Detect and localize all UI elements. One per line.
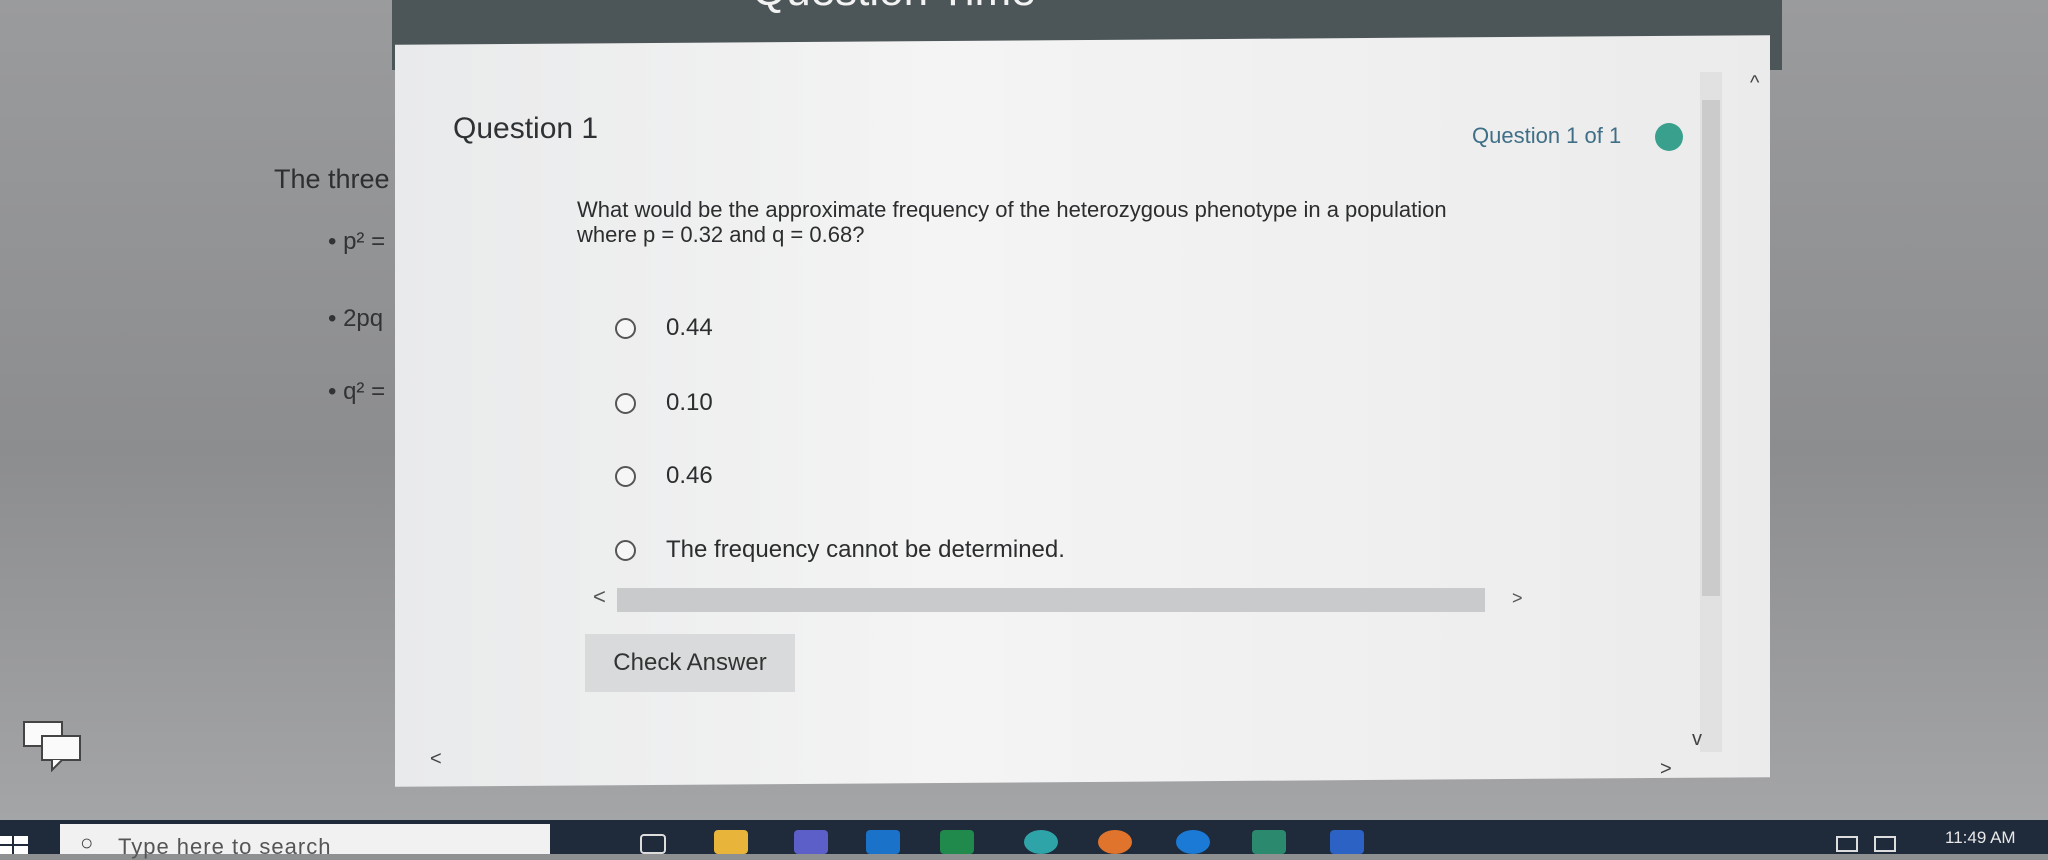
modal-title: Question Time bbox=[752, 0, 1036, 16]
background-bullet-2: • 2pq bbox=[328, 305, 384, 332]
question-horizontal-scrollbar[interactable]: < > bbox=[587, 584, 1537, 614]
display-icon[interactable] bbox=[1874, 836, 1896, 852]
network-icon[interactable] bbox=[1836, 836, 1858, 852]
scroll-right-icon[interactable]: > bbox=[1512, 588, 1523, 609]
option-label: 0.46 bbox=[666, 462, 713, 489]
radio-button[interactable] bbox=[615, 465, 636, 487]
search-icon: ○ bbox=[80, 830, 94, 855]
taskbar-clock[interactable]: 11:49 AM bbox=[1945, 828, 2016, 848]
bullet-text: p² = bbox=[343, 228, 386, 255]
bullet-text: 2pq bbox=[343, 305, 384, 332]
scrollbar-thumb[interactable] bbox=[617, 588, 1485, 612]
excel-icon[interactable] bbox=[940, 830, 974, 854]
radio-button[interactable] bbox=[615, 392, 636, 414]
taskbar-search-placeholder: Type here to search bbox=[118, 834, 332, 859]
scroll-down-icon[interactable]: v bbox=[1692, 728, 1702, 751]
chat-bubbles-icon[interactable] bbox=[22, 720, 84, 772]
question-progress: Question 1 of 1 bbox=[1472, 123, 1622, 148]
scroll-up-icon[interactable]: ^ bbox=[1750, 72, 1759, 95]
background-intro-text: The three bbox=[274, 164, 390, 194]
question-text: What would be the approximate frequency … bbox=[577, 197, 1527, 247]
option-label: 0.44 bbox=[666, 314, 713, 341]
windows-start-icon[interactable] bbox=[0, 826, 30, 854]
teams-icon[interactable] bbox=[794, 830, 828, 854]
option-label: The frequency cannot be determined. bbox=[666, 536, 1065, 563]
scroll-left-icon[interactable]: < bbox=[593, 584, 606, 610]
progress-indicator-dot bbox=[1655, 123, 1683, 151]
chrome-canary-icon[interactable] bbox=[1176, 830, 1210, 854]
question-text-line-1: What would be the approximate frequency … bbox=[577, 197, 1447, 222]
background-bullet-3: • q² = bbox=[328, 378, 386, 405]
firefox-icon[interactable] bbox=[1098, 830, 1132, 854]
bottom-scroll-left-icon[interactable]: < bbox=[430, 748, 442, 771]
task-view-icon[interactable] bbox=[640, 834, 666, 854]
question-heading: Question 1 bbox=[453, 112, 599, 145]
option-label: 0.10 bbox=[666, 389, 713, 416]
outlook-icon[interactable] bbox=[866, 830, 900, 854]
answer-option-2[interactable]: 0.10 bbox=[615, 385, 713, 421]
answer-option-3[interactable]: 0.46 bbox=[615, 458, 713, 494]
edge-icon[interactable] bbox=[1024, 830, 1058, 854]
file-explorer-icon[interactable] bbox=[714, 830, 748, 854]
bullet-text: q² = bbox=[343, 378, 386, 405]
question-text-line-2: where p = 0.32 and q = 0.68? bbox=[577, 222, 865, 247]
bottom-scroll-right-icon[interactable]: > bbox=[1660, 758, 1672, 781]
background-bullet-1: • p² = bbox=[328, 228, 386, 255]
answer-option-4[interactable]: The frequency cannot be determined. bbox=[615, 532, 1065, 568]
radio-button[interactable] bbox=[615, 317, 636, 339]
word-icon[interactable] bbox=[1330, 830, 1364, 854]
vertical-scrollbar-thumb[interactable] bbox=[1702, 100, 1720, 596]
answer-option-1[interactable]: 0.44 bbox=[615, 310, 713, 346]
publisher-icon[interactable] bbox=[1252, 830, 1286, 854]
check-answer-button[interactable]: Check Answer bbox=[585, 634, 795, 692]
radio-button[interactable] bbox=[615, 539, 636, 561]
